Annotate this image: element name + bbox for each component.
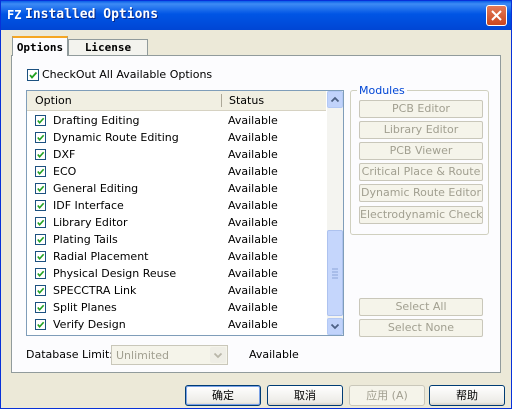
- option-name: Drafting Editing: [53, 114, 140, 127]
- list-item[interactable]: IDF Interface Available: [27, 197, 326, 214]
- option-status: Available: [228, 165, 278, 178]
- checkbox-checked-icon[interactable]: [35, 217, 46, 228]
- options-list: Option Status Drafting Editing Available…: [26, 90, 344, 336]
- list-item[interactable]: Drafting Editing Available: [27, 112, 326, 129]
- chevron-up-icon: [330, 96, 340, 103]
- list-item[interactable]: ECO Available: [27, 163, 326, 180]
- checkbox-checked-icon[interactable]: [35, 268, 46, 279]
- checkbox-checked-icon[interactable]: [35, 251, 46, 262]
- column-header-option[interactable]: Option: [35, 94, 72, 107]
- option-name: IDF Interface: [53, 199, 124, 212]
- list-item[interactable]: SPECCTRA Link Available: [27, 282, 326, 299]
- close-button[interactable]: [486, 5, 507, 26]
- critical-place-route-button[interactable]: Critical Place & Route: [359, 163, 483, 181]
- tab-options[interactable]: Options: [12, 36, 68, 56]
- option-status: Available: [228, 284, 278, 297]
- checkbox-checked-icon[interactable]: [35, 166, 46, 177]
- option-name: Split Planes: [53, 301, 117, 314]
- select-all-button[interactable]: Select All: [359, 298, 483, 316]
- list-item[interactable]: Physical Design Reuse Available: [27, 265, 326, 282]
- scroll-down-button[interactable]: [327, 318, 343, 335]
- database-status: Available: [249, 348, 299, 361]
- dynamic-route-editor-button[interactable]: Dynamic Route Editor: [359, 184, 483, 202]
- list-header: Option Status: [27, 91, 326, 111]
- title-bar[interactable]: FZ Installed Options: [1, 1, 511, 30]
- option-status: Available: [228, 114, 278, 127]
- option-name: SPECCTRA Link: [53, 284, 137, 297]
- option-name: Library Editor: [53, 216, 128, 229]
- ok-button[interactable]: 确定: [185, 385, 261, 406]
- checkbox-checked-icon[interactable]: [35, 302, 46, 313]
- help-button[interactable]: 帮助: [429, 385, 505, 406]
- option-name: Radial Placement: [53, 250, 149, 263]
- checkbox-checked-icon[interactable]: [35, 200, 46, 211]
- scroll-thumb[interactable]: [327, 230, 343, 316]
- option-status: Available: [228, 267, 278, 280]
- pcb-editor-button[interactable]: PCB Editor: [359, 100, 483, 118]
- installed-options-dialog: FZ Installed Options Options License Fil…: [0, 0, 512, 409]
- close-icon: [491, 10, 502, 21]
- checkout-all-checkbox[interactable]: CheckOut All Available Options: [27, 68, 212, 81]
- option-name: Verify Design: [53, 318, 126, 331]
- grip-icon: [332, 268, 338, 279]
- option-status: Available: [228, 216, 278, 229]
- list-item[interactable]: Dynamic Route Editing Available: [27, 129, 326, 146]
- list-item[interactable]: Radial Placement Available: [27, 248, 326, 265]
- option-status: Available: [228, 233, 278, 246]
- checkout-all-label: CheckOut All Available Options: [42, 68, 213, 81]
- option-name: Plating Tails: [53, 233, 118, 246]
- option-status: Available: [228, 131, 278, 144]
- checkbox-checked-icon[interactable]: [35, 285, 46, 296]
- list-item[interactable]: Split Planes Available: [27, 299, 326, 316]
- window-title: Installed Options: [25, 7, 159, 22]
- database-limit-label: Database Limit:: [26, 348, 113, 361]
- option-status: Available: [228, 318, 278, 331]
- option-name: General Editing: [53, 182, 139, 195]
- cancel-button[interactable]: 取消: [267, 385, 343, 406]
- option-status: Available: [228, 148, 278, 161]
- list-scrollbar[interactable]: [327, 91, 343, 335]
- modules-legend: Modules: [357, 84, 407, 97]
- option-name: DXF: [53, 148, 76, 161]
- option-status: Available: [228, 199, 278, 212]
- pcb-viewer-button[interactable]: PCB Viewer: [359, 142, 483, 160]
- option-name: Dynamic Route Editing: [53, 131, 179, 144]
- list-item[interactable]: DXF Available: [27, 146, 326, 163]
- checkbox-checked-icon[interactable]: [35, 132, 46, 143]
- checkbox-checked-icon: [27, 68, 39, 81]
- list-item[interactable]: Library Editor Available: [27, 214, 326, 231]
- database-limit-value: Unlimited: [116, 349, 169, 362]
- list-item[interactable]: General Editing Available: [27, 180, 326, 197]
- chevron-down-icon: [213, 352, 223, 359]
- column-header-status[interactable]: Status: [229, 94, 264, 107]
- scroll-up-button[interactable]: [327, 91, 343, 108]
- select-none-button[interactable]: Select None: [359, 319, 483, 337]
- option-status: Available: [228, 301, 278, 314]
- checkbox-checked-icon[interactable]: [35, 183, 46, 194]
- option-status: Available: [228, 250, 278, 263]
- electrodynamic-checking-button[interactable]: Electrodynamic Checking: [359, 206, 483, 224]
- option-name: ECO: [53, 165, 77, 178]
- list-item[interactable]: Verify Design Available: [27, 316, 326, 333]
- column-separator[interactable]: [221, 94, 222, 107]
- chevron-down-icon: [330, 323, 340, 330]
- checkbox-checked-icon[interactable]: [35, 115, 46, 126]
- option-status: Available: [228, 182, 278, 195]
- database-limit-select[interactable]: Unlimited: [111, 345, 228, 365]
- checkbox-checked-icon[interactable]: [35, 319, 46, 330]
- apply-button[interactable]: 应用 (A): [349, 385, 425, 406]
- checkbox-checked-icon[interactable]: [35, 149, 46, 160]
- list-item[interactable]: Plating Tails Available: [27, 231, 326, 248]
- checkbox-checked-icon[interactable]: [35, 234, 46, 245]
- option-name: Physical Design Reuse: [53, 267, 177, 280]
- tab-license-file[interactable]: License File: [68, 39, 148, 67]
- dropdown-arrow[interactable]: [210, 347, 226, 363]
- app-icon: FZ: [7, 8, 22, 22]
- library-editor-button[interactable]: Library Editor: [359, 121, 483, 139]
